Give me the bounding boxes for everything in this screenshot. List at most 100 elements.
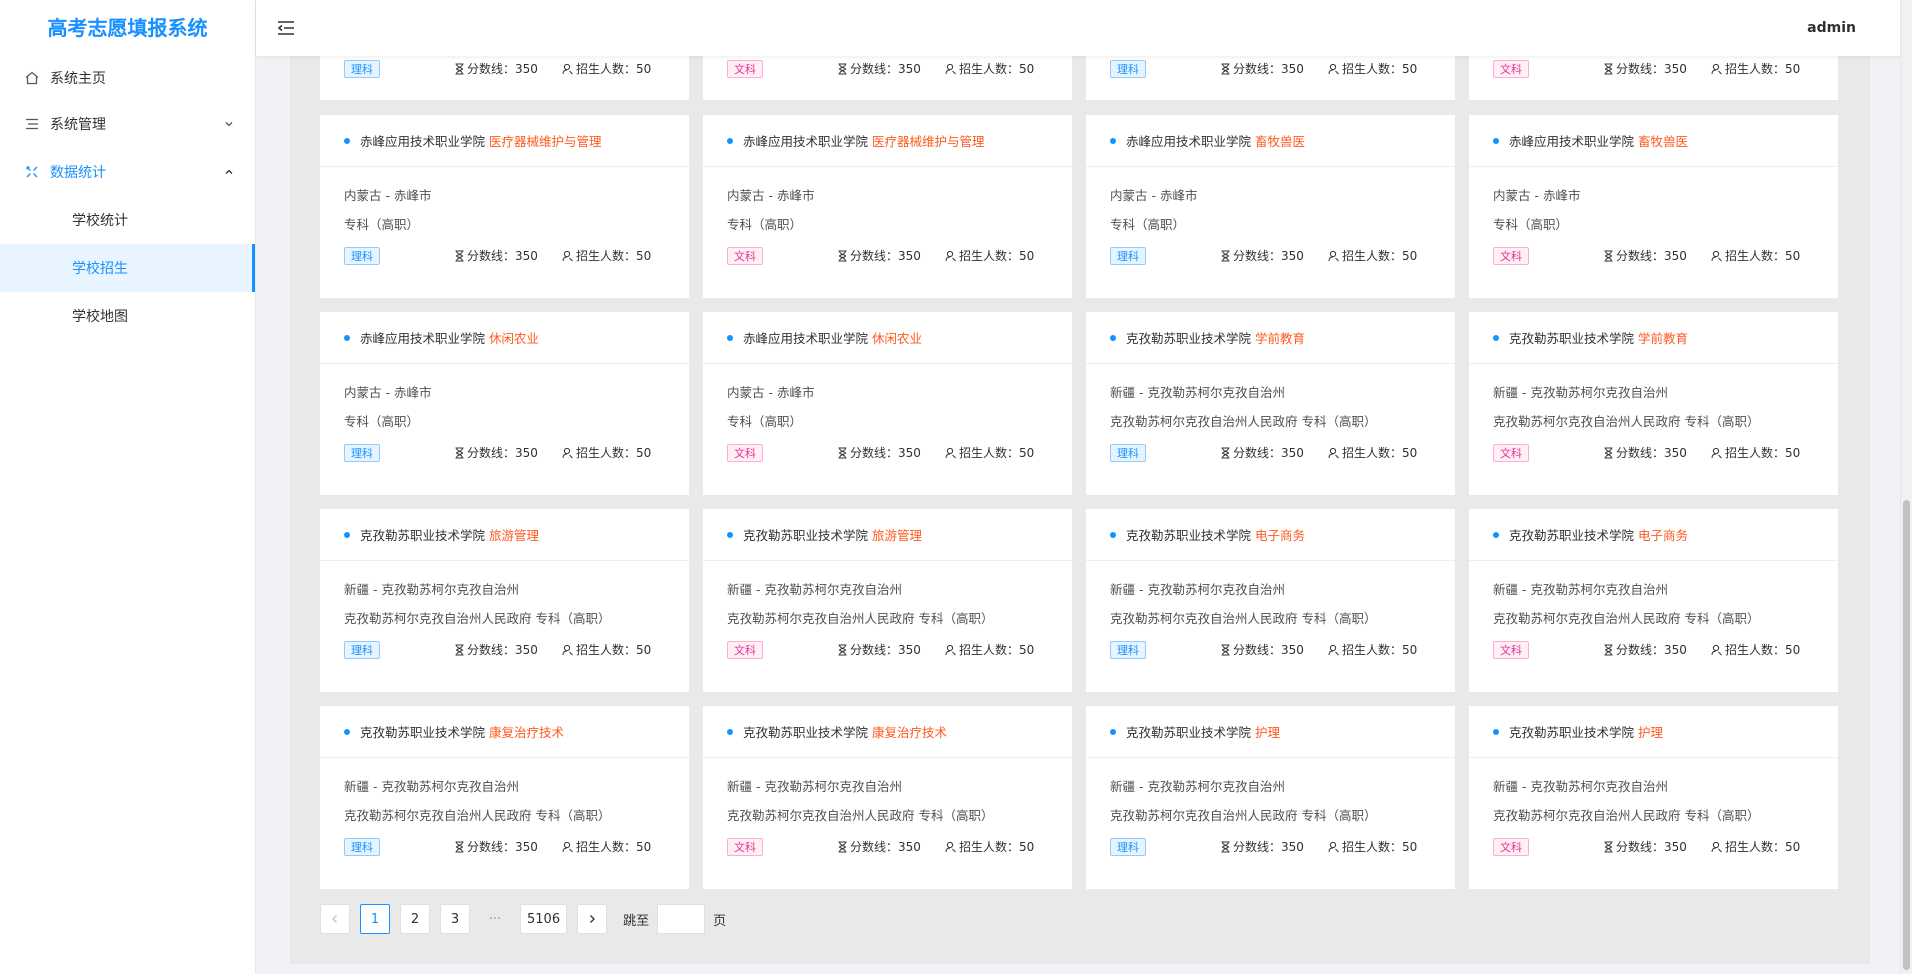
score-line: 分数线：350 xyxy=(1603,635,1687,665)
next-page-button[interactable] xyxy=(577,904,608,934)
score-value: 350 xyxy=(898,446,921,460)
card-footer: 理科 分数线：350 招生人数：50 xyxy=(344,54,665,84)
hourglass-icon xyxy=(455,644,464,656)
subject-tag: 文科 xyxy=(727,641,763,659)
school-name[interactable]: 克孜勒苏职业技术学院 xyxy=(360,722,485,741)
school-name[interactable]: 赤峰应用技术职业学院 xyxy=(360,131,485,150)
school-info: 克孜勒苏柯尔克孜自治州人民政府 专科（高职） xyxy=(1110,808,1377,823)
school-name[interactable]: 赤峰应用技术职业学院 xyxy=(743,328,868,347)
scrollbar[interactable] xyxy=(1900,0,1912,974)
card-footer: 理科 分数线：350 招生人数：50 xyxy=(344,635,665,665)
major-name[interactable]: 护理 xyxy=(1638,722,1663,741)
menu-fold-icon[interactable] xyxy=(276,18,296,38)
school-card[interactable]: 克孜勒苏职业技术学院 护理 新疆 - 克孜勒苏柯尔克孜自治州 克孜勒苏柯尔克孜自治州人… xyxy=(1086,706,1455,889)
school-info: 克孜勒苏柯尔克孜自治州人民政府 专科（高职） xyxy=(1493,414,1760,429)
major-name[interactable]: 康复治疗技术 xyxy=(872,722,947,741)
school-name[interactable]: 赤峰应用技术职业学院 xyxy=(360,328,485,347)
school-card[interactable]: 克孜勒苏职业技术学院 护理 新疆 - 克孜勒苏柯尔克孜自治州 克孜勒苏柯尔克孜自治州人… xyxy=(1469,706,1838,889)
school-name[interactable]: 克孜勒苏职业技术学院 xyxy=(360,525,485,544)
major-name[interactable]: 休闲农业 xyxy=(489,328,539,347)
major-name[interactable]: 畜牧兽医 xyxy=(1255,131,1305,150)
school-name[interactable]: 克孜勒苏职业技术学院 xyxy=(1126,722,1251,741)
school-card[interactable]: 克孜勒苏职业技术学院 电子商务 新疆 - 克孜勒苏柯尔克孜自治州 克孜勒苏柯尔克孜自治… xyxy=(1086,509,1455,692)
major-name[interactable]: 电子商务 xyxy=(1638,525,1688,544)
bullet-dot xyxy=(344,334,350,341)
page-button-last[interactable]: 5106 xyxy=(520,904,568,934)
page-button-1[interactable]: 1 xyxy=(360,904,390,934)
major-name[interactable]: 休闲农业 xyxy=(872,328,922,347)
user-search-icon xyxy=(562,250,573,262)
major-name[interactable]: 旅游管理 xyxy=(872,525,922,544)
school-name[interactable]: 克孜勒苏职业技术学院 xyxy=(1126,328,1251,347)
school-card[interactable]: 赤峰应用技术职业学院 畜牧兽医 内蒙古 - 赤峰市 专科（高职） 理科 分数线：350 招生… xyxy=(1086,115,1455,298)
jump-label: 跳至 xyxy=(623,913,650,929)
school-card[interactable]: 赤峰应用技术职业学院 医疗器械维护与管理 内蒙古 - 赤峰市 专科（高职） 文科 分数线：… xyxy=(703,115,1072,298)
enroll-value: 50 xyxy=(1402,249,1418,263)
school-name[interactable]: 赤峰应用技术职业学院 xyxy=(743,131,868,150)
sidebar-item-school-map[interactable]: 学校地图 xyxy=(0,292,255,340)
bullet-dot xyxy=(344,728,350,735)
score-line: 分数线：350 xyxy=(1603,832,1687,862)
enroll-label: 招生人数： xyxy=(1725,643,1786,657)
enroll-count: 招生人数：50 xyxy=(562,54,651,84)
major-name[interactable]: 医疗器械维护与管理 xyxy=(872,131,985,150)
school-card[interactable]: 赤峰应用技术职业学院 休闲农业 内蒙古 - 赤峰市 专科（高职） 文科 分数线：350 招生… xyxy=(703,312,1072,495)
subject-tag: 理科 xyxy=(344,444,380,462)
school-info: 克孜勒苏柯尔克孜自治州人民政府 专科（高职） xyxy=(1110,611,1377,626)
school-card[interactable]: 克孜勒苏职业技术学院 学前教育新疆 - 克孜勒苏柯尔克孜自治州克孜勒苏柯尔克孜自治… xyxy=(1469,312,1838,495)
school-card[interactable]: 赤峰应用技术职业学院 畜牧兽医 内蒙古 - 赤峰市 专科（高职） 文科 分数线：350 招生… xyxy=(1469,115,1838,298)
card-header: 克孜勒苏职业技术学院 旅游管理 xyxy=(703,509,1072,561)
prev-page-button[interactable] xyxy=(320,904,350,934)
school-name[interactable]: 克孜勒苏职业技术学院 xyxy=(1509,328,1634,347)
major-name[interactable]: 医疗器械维护与管理 xyxy=(489,131,602,150)
major-name[interactable]: 学前教育 xyxy=(1255,328,1305,347)
school-card[interactable]: 克孜勒苏职业技术学院 康复治疗技术 新疆 - 克孜勒苏柯尔克孜自治州 克孜勒苏柯尔克孜… xyxy=(703,706,1072,889)
school-location: 新疆 - 克孜勒苏柯尔克孜自治州 xyxy=(1493,385,1668,400)
enroll-label: 招生人数： xyxy=(959,643,1020,657)
major-name[interactable]: 康复治疗技术 xyxy=(489,722,564,741)
nav-item-stats[interactable]: 数据统计 xyxy=(0,148,255,196)
page-button-2[interactable]: 2 xyxy=(400,904,430,934)
page-button-3[interactable]: 3 xyxy=(440,904,470,934)
chevron-left-icon xyxy=(332,915,337,923)
school-name[interactable]: 克孜勒苏职业技术学院 xyxy=(743,525,868,544)
major-name[interactable]: 旅游管理 xyxy=(489,525,539,544)
major-name[interactable]: 护理 xyxy=(1255,722,1280,741)
hourglass-icon xyxy=(838,447,847,459)
school-card[interactable]: 克孜勒苏职业技术学院 旅游管理 新疆 - 克孜勒苏柯尔克孜自治州 克孜勒苏柯尔克孜自治… xyxy=(320,509,689,692)
school-name[interactable]: 克孜勒苏职业技术学院 xyxy=(743,722,868,741)
school-name[interactable]: 克孜勒苏职业技术学院 xyxy=(1126,525,1251,544)
enroll-label: 招生人数： xyxy=(576,840,637,854)
major-name[interactable]: 电子商务 xyxy=(1255,525,1305,544)
user-search-icon xyxy=(1711,63,1722,75)
score-label: 分数线： xyxy=(467,62,516,76)
enroll-label: 招生人数： xyxy=(1725,62,1786,76)
school-card[interactable]: 克孜勒苏职业技术学院 康复治疗技术 新疆 - 克孜勒苏柯尔克孜自治州 克孜勒苏柯尔克孜… xyxy=(320,706,689,889)
user-name[interactable]: admin xyxy=(1807,0,1856,56)
school-name[interactable]: 赤峰应用技术职业学院 xyxy=(1126,131,1251,150)
school-card[interactable]: 赤峰应用技术职业学院 休闲农业 内蒙古 - 赤峰市 专科（高职） 理科 分数线：350 招生… xyxy=(320,312,689,495)
pagination-ellipsis[interactable]: ··· xyxy=(480,912,510,927)
scrollbar-thumb[interactable] xyxy=(1903,500,1910,970)
school-card[interactable]: 克孜勒苏职业技术学院 学前教育 新疆 - 克孜勒苏柯尔克孜自治州 克孜勒苏柯尔克孜自治… xyxy=(1086,312,1455,495)
school-card[interactable]: 克孜勒苏职业技术学院 电子商务 新疆 - 克孜勒苏柯尔克孜自治州 克孜勒苏柯尔克孜自治… xyxy=(1469,509,1838,692)
header: admin xyxy=(256,0,1912,56)
school-name[interactable]: 克孜勒苏职业技术学院 xyxy=(1509,525,1634,544)
list-icon xyxy=(24,116,40,132)
enroll-label: 招生人数： xyxy=(959,840,1020,854)
sidebar-item-school-enrollment[interactable]: 学校招生 xyxy=(0,244,255,292)
school-card[interactable]: 赤峰应用技术职业学院 医疗器械维护与管理 内蒙古 - 赤峰市 专科（高职） 理科 分数线：… xyxy=(320,115,689,298)
school-name[interactable]: 克孜勒苏职业技术学院 xyxy=(1509,722,1634,741)
bullet-dot xyxy=(344,137,350,144)
card-footer: 理科 分数线：350 招生人数：50 xyxy=(344,438,665,468)
major-name[interactable]: 学前教育 xyxy=(1638,328,1688,347)
sidebar-item-school-stats[interactable]: 学校统计 xyxy=(0,196,255,244)
major-name[interactable]: 畜牧兽医 xyxy=(1638,131,1688,150)
jump-page-input[interactable] xyxy=(657,904,706,934)
school-card[interactable]: 克孜勒苏职业技术学院 旅游管理 新疆 - 克孜勒苏柯尔克孜自治州 克孜勒苏柯尔克孜自治… xyxy=(703,509,1072,692)
school-name[interactable]: 赤峰应用技术职业学院 xyxy=(1509,131,1634,150)
nav-item-home[interactable]: 系统主页 xyxy=(0,56,255,100)
nav-item-system[interactable]: 系统管理 xyxy=(0,100,255,148)
user-search-icon xyxy=(1328,250,1339,262)
score-label: 分数线： xyxy=(1616,446,1665,460)
